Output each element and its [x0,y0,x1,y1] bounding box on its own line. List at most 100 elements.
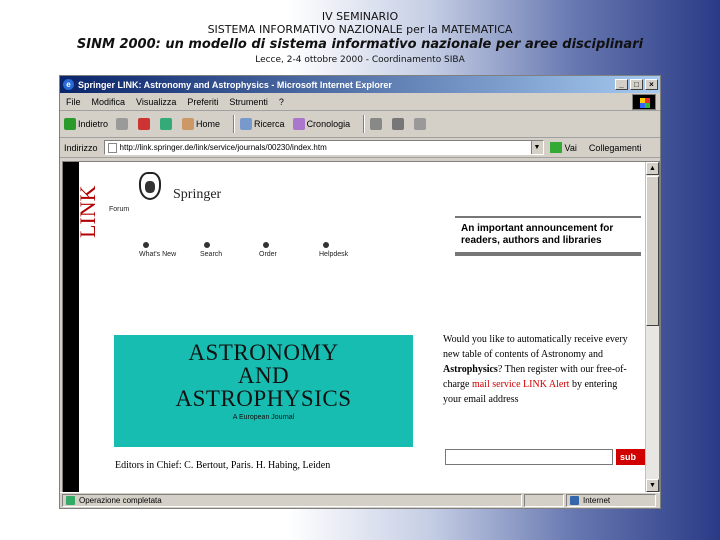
go-arrow-icon [549,142,562,153]
editors-line: Editors in Chief: C. Bertout, Paris. H. … [115,460,331,471]
page-content: LINK Springer Forum What's New Search Or… [62,161,660,493]
bullet-icon [143,242,149,248]
address-input[interactable]: http://link.springer.de/link/service/jou… [103,140,544,155]
menu-file[interactable]: File [66,97,81,107]
title-bar: e Springer LINK: Astronomy and Astrophys… [60,76,660,93]
announcement-banner[interactable]: An important announcement for readers, a… [455,216,641,256]
history-icon [292,118,305,130]
stop-button[interactable] [138,118,152,130]
search-button[interactable]: Ricerca [240,118,285,130]
status-cell [524,494,564,507]
bullet-icon [323,242,329,248]
scroll-down-icon[interactable]: ▼ [646,479,659,492]
springer-crest-icon [139,172,161,200]
maximize-button[interactable]: □ [630,79,643,90]
announcement-divider [455,252,641,256]
system-title: SISTEMA INFORMATIVO NAZIONALE per la MAT… [207,23,513,36]
mail-button[interactable] [370,118,384,130]
vertical-scrollbar[interactable]: ▲ ▼ [645,162,659,492]
cover-title-line1: ASTRONOMY [188,340,339,365]
print-icon [392,118,405,130]
ie-icon: e [63,79,74,90]
refresh-button[interactable] [160,118,174,130]
search-icon [240,118,253,130]
bullet-icon [204,242,210,248]
browser-window: e Springer LINK: Astronomy and Astrophys… [59,75,661,509]
edit-button[interactable] [414,118,428,130]
journal-cover[interactable]: ASTRONOMY AND ASTROPHYSICS A European Jo… [114,335,413,447]
link-alert-link[interactable]: mail service LINK Alert [472,379,569,390]
minimize-button[interactable]: _ [615,79,628,90]
status-bar: Operazione completata Internet [60,492,660,508]
windows-logo-icon [632,94,656,110]
toolbar-separator [363,115,366,133]
promo-text-part1: Would you like to automatically receive … [443,334,628,360]
refresh-icon [160,118,173,130]
forward-button[interactable] [116,118,130,130]
url-text: http://link.springer.de/link/service/jou… [119,143,327,152]
scroll-up-icon[interactable]: ▲ [646,162,659,175]
status-zone: Internet [566,494,656,507]
forum-label: Forum [109,206,130,213]
mail-icon [370,118,383,130]
back-arrow-icon [64,118,76,130]
home-label: Home [196,119,221,129]
slide-header: IV SEMINARIO SISTEMA INFORMATIVO NAZIONA… [0,10,720,67]
menu-edit[interactable]: Modifica [92,97,126,107]
history-label: Cronologia [306,119,351,129]
page-icon [107,142,117,153]
address-bar: Indirizzo http://link.springer.de/link/s… [60,138,660,158]
cover-subtitle: A European Journal [232,414,295,421]
presentation-title: SINM 2000: un modello di sistema informa… [76,37,644,52]
search-label: Ricerca [254,119,285,129]
home-icon [182,118,195,130]
zone-text: Internet [583,496,611,505]
history-button[interactable]: Cronologia [292,118,351,130]
print-button[interactable] [392,118,406,130]
nav-label: Order [259,251,277,258]
nav-helpdesk[interactable]: Helpdesk [319,242,348,258]
close-button[interactable]: × [645,79,658,90]
nav-whats-new[interactable]: What's New [139,242,176,258]
toolbar: Indietro Home Ricerca Cronologia [60,111,660,138]
home-button[interactable]: Home [182,118,220,130]
menu-tools[interactable]: Strumenti [229,97,268,107]
chevron-down-icon[interactable]: ▼ [530,141,543,154]
nav-order[interactable]: Order [259,242,277,258]
window-title: Springer LINK: Astronomy and Astrophysic… [78,79,392,90]
menu-bar: File Modifica Visualizza Preferiti Strum… [60,93,660,111]
nav-label: Helpdesk [319,251,349,258]
nav-search[interactable]: Search [200,242,222,258]
scroll-thumb[interactable] [646,176,659,326]
link-logo-text: LINK [80,185,100,238]
email-field[interactable] [445,449,613,465]
toolbar-separator [233,115,236,133]
status-message: Operazione completata [62,494,522,507]
menu-view[interactable]: Visualizza [136,97,176,107]
status-text: Operazione completata [79,496,162,505]
go-button[interactable]: Vai [549,142,577,153]
stop-icon [138,118,151,130]
alert-promo-text: Would you like to automatically receive … [443,332,633,407]
event-info: Lecce, 2-4 ottobre 2000 - Coordinamento … [255,55,465,65]
menu-help[interactable]: ? [279,97,284,107]
left-frame-strip [63,162,79,492]
link-logo: LINK [80,185,100,238]
cover-title-line2: AND [237,363,290,388]
bullet-icon [263,242,269,248]
springer-brand[interactable]: Springer [173,187,221,203]
seminar-title: IV SEMINARIO [321,10,399,23]
go-label: Vai [564,142,577,153]
cover-title-line3: ASTROPHYSICS [175,386,352,411]
internet-globe-icon [570,496,579,505]
links-button[interactable]: Collegamenti [589,143,642,153]
menu-favorites[interactable]: Preferiti [187,97,218,107]
nav-label: Search [200,251,223,258]
forward-arrow-icon [116,118,129,130]
address-label: Indirizzo [64,142,98,153]
edit-icon [414,118,427,130]
promo-journal-name: Astrophysics [443,364,498,375]
back-label: Indietro [78,119,109,129]
announcement-text: An important announcement for readers, a… [461,223,614,246]
back-button[interactable]: Indietro [64,118,108,130]
